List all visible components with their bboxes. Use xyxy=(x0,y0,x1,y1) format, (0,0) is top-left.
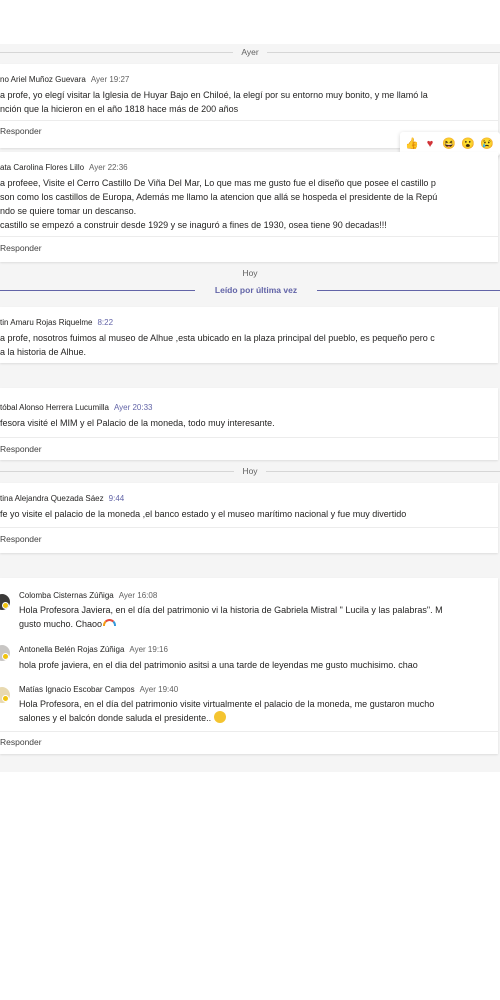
timestamp: Ayer 19:16 xyxy=(129,645,168,654)
author-name[interactable]: tóbal Alonso Herrera Lucumilla xyxy=(0,403,109,412)
message-line: ndo se quiere tomar un descanso. xyxy=(0,206,137,216)
timestamp: Ayer 19:27 xyxy=(90,75,130,84)
message-line: a profeee, Visite el Cerro Castillo De V… xyxy=(0,178,436,188)
message-line: Hola Profesora, en el día del patrimonio… xyxy=(19,699,435,709)
author-name[interactable]: Colomba Cisternas Zúñiga xyxy=(19,591,114,600)
status-away-icon xyxy=(2,695,9,702)
smile-emoji-icon xyxy=(214,711,227,723)
reply-button[interactable]: Responder xyxy=(0,126,42,136)
message-meta: tina Alejandra Quezada Sáez 9:44 xyxy=(0,494,124,503)
message-meta: Matías Ignacio Escobar Campos Ayer 19:40 xyxy=(19,685,178,694)
message-line: gusto mucho. Chaoo xyxy=(19,619,103,629)
message-card[interactable]: tin Amaru Rojas Riquelme 8:22 a profe, no… xyxy=(0,307,498,363)
reply-button[interactable]: Responder xyxy=(0,444,42,454)
message-meta: no Ariel Muñoz Guevara Ayer 19:27 xyxy=(0,75,129,84)
author-name[interactable]: tina Alejandra Quezada Sáez xyxy=(0,494,104,503)
message-body: fe yo visite el palacio de la moneda ,el… xyxy=(0,507,406,521)
date-divider-label: Ayer xyxy=(233,47,267,57)
message-meta: tin Amaru Rojas Riquelme 8:22 xyxy=(0,318,113,327)
message-body: Hola Profesora, en el día del patrimonio… xyxy=(19,697,434,725)
message-line: castillo se empezó a construir desde 192… xyxy=(0,220,387,230)
status-away-icon xyxy=(2,602,9,609)
message-meta: Antonella Belén Rojas Zúñiga Ayer 19:16 xyxy=(19,645,168,654)
avatar[interactable] xyxy=(0,645,10,661)
avatar[interactable] xyxy=(0,594,10,610)
bottom-band xyxy=(0,772,500,1000)
heart-icon[interactable]: ♥ xyxy=(423,137,437,151)
author-name[interactable]: no Ariel Muñoz Guevara xyxy=(0,75,86,84)
reply-separator xyxy=(0,731,498,732)
rainbow-emoji-icon xyxy=(103,619,117,626)
message-body: a profeee, Visite el Cerro Castillo De V… xyxy=(0,176,437,232)
timestamp: Ayer 22:36 xyxy=(89,163,128,172)
message-line: a la historia de Alhue. xyxy=(0,347,87,357)
message-body: a profe, nosotros fuimos al museo de Alh… xyxy=(0,331,435,359)
surprised-icon[interactable]: 😮 xyxy=(461,137,475,151)
message-meta: Colomba Cisternas Zúñiga Ayer 16:08 xyxy=(19,591,157,600)
timestamp: Ayer 16:08 xyxy=(118,591,158,600)
author-name[interactable]: tin Amaru Rojas Riquelme xyxy=(0,318,92,327)
message-line: a profe, nosotros fuimos al museo de Alh… xyxy=(0,333,435,343)
top-band xyxy=(0,0,500,44)
laughing-icon[interactable]: 😆 xyxy=(442,137,456,151)
message-card[interactable]: ata Carolina Flores Lillo Ayer 22:36 a pr… xyxy=(0,152,498,262)
author-name[interactable]: Matías Ignacio Escobar Campos xyxy=(19,685,135,694)
message-line: fesora visité el MIM y el Palacio de la … xyxy=(0,418,275,428)
message-body: fesora visité el MIM y el Palacio de la … xyxy=(0,416,275,430)
message-body: hola profe javiera, en el dia del patrim… xyxy=(19,658,418,672)
date-divider-label: Hoy xyxy=(234,268,266,278)
message-meta: ata Carolina Flores Lillo Ayer 22:36 xyxy=(0,163,128,172)
date-divider-today: Hoy xyxy=(0,464,500,478)
message-card[interactable]: tóbal Alonso Herrera Lucumilla Ayer 20:33… xyxy=(0,388,498,460)
message-line: fe yo visite el palacio de la moneda ,el… xyxy=(0,509,407,519)
author-name[interactable]: Antonella Belén Rojas Zúñiga xyxy=(19,645,124,654)
date-divider-today: Hoy xyxy=(0,266,500,280)
message-body: Hola Profesora Javiera, en el día del pa… xyxy=(19,603,443,631)
message-line: hola profe javiera, en el dia del patrim… xyxy=(19,660,418,670)
message-line: Hola Profesora Javiera, en el día del pa… xyxy=(19,605,443,615)
timestamp: 8:22 xyxy=(97,318,114,327)
sad-icon[interactable]: 😢 xyxy=(480,137,494,151)
reply-button[interactable]: Responder xyxy=(0,534,42,544)
reply-separator xyxy=(0,527,498,528)
message-line: salones y el balcón donde saluda el pres… xyxy=(19,713,212,723)
status-away-icon xyxy=(2,653,9,660)
avatar[interactable] xyxy=(0,687,10,703)
message-line: a profe, yo elegí visitar la Iglesia de … xyxy=(0,90,428,100)
author-name[interactable]: ata Carolina Flores Lillo xyxy=(0,163,84,172)
last-read-marker: Leído por última vez xyxy=(0,283,500,297)
reply-button[interactable]: Responder xyxy=(0,243,42,253)
message-card[interactable]: tina Alejandra Quezada Sáez 9:44 fe yo vi… xyxy=(0,483,498,553)
reply-button[interactable]: Responder xyxy=(0,737,42,747)
message-line: nción que la hicieron en el año 1818 hac… xyxy=(0,104,239,114)
message-meta: tóbal Alonso Herrera Lucumilla Ayer 20:33 xyxy=(0,403,153,412)
date-divider-yesterday: Ayer xyxy=(0,45,500,59)
thumbs-up-icon[interactable]: 👍 xyxy=(405,137,419,151)
date-divider-label: Hoy xyxy=(234,466,266,476)
reply-separator xyxy=(0,236,498,237)
last-read-label: Leído por última vez xyxy=(214,285,298,295)
reply-separator xyxy=(0,437,498,438)
thread-card[interactable]: Colomba Cisternas Zúñiga Ayer 16:08 Hola … xyxy=(0,578,498,754)
timestamp: Ayer 19:40 xyxy=(139,685,179,694)
timestamp: Ayer 20:33 xyxy=(113,403,153,412)
timestamp: 9:44 xyxy=(108,494,125,503)
message-body: a profe, yo elegí visitar la Iglesia de … xyxy=(0,88,428,116)
reply-separator xyxy=(0,120,498,121)
message-line: son como los castillos de Europa, Además… xyxy=(0,192,438,202)
